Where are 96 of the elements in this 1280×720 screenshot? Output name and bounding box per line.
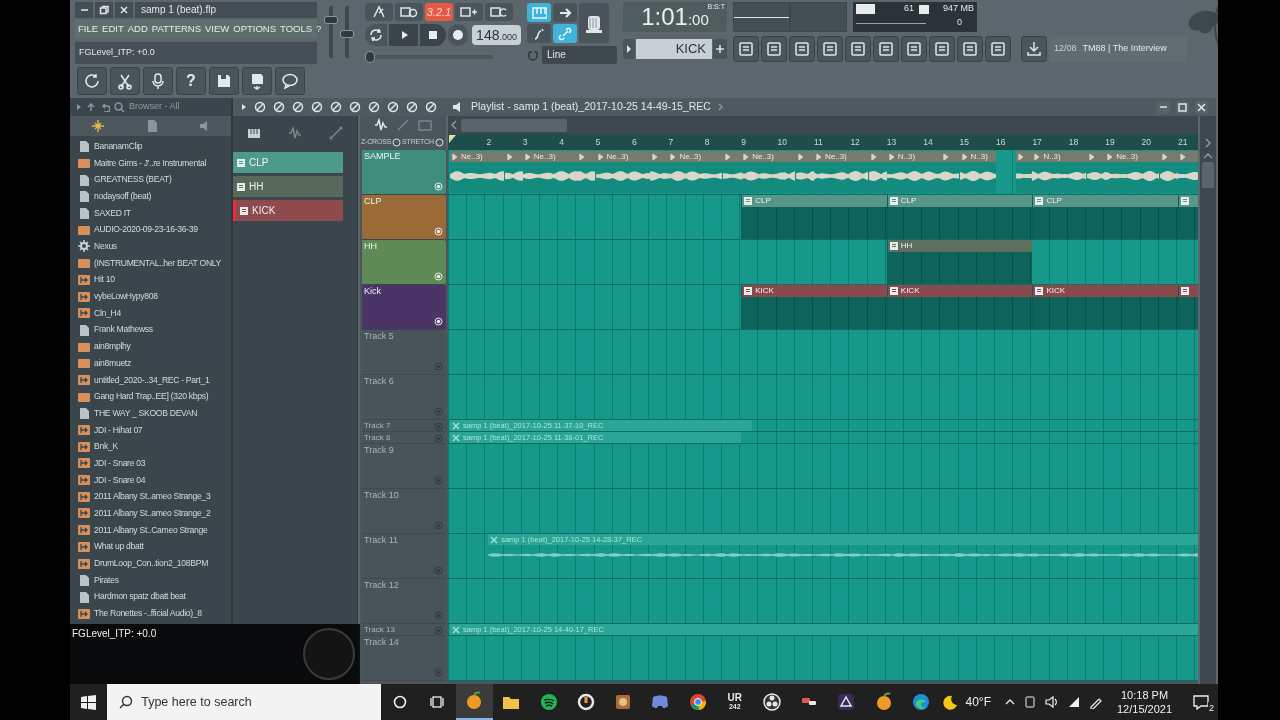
browser-item[interactable]: AUDIO-2020-09-23-16-36-39 bbox=[78, 221, 231, 239]
bar-number: 9 bbox=[741, 136, 746, 149]
track-header[interactable]: Kick bbox=[362, 285, 446, 330]
bar-number: 8 bbox=[704, 136, 710, 149]
bar-number: 21 bbox=[1178, 136, 1188, 149]
track-header[interactable]: CLP bbox=[362, 195, 446, 240]
track-lane[interactable]: HH bbox=[448, 240, 1198, 285]
browser-item[interactable]: Pirates bbox=[78, 571, 231, 589]
hint-overlay: FGLevel_ITP: +0.0 bbox=[70, 624, 360, 684]
browser-item[interactable]: What up dbatt bbox=[78, 538, 231, 556]
track-header[interactable]: Track 10 bbox=[362, 489, 446, 534]
browser-item[interactable]: Hit 10 bbox=[78, 271, 231, 289]
browser-item[interactable]: Frank Mathewss bbox=[78, 321, 231, 339]
menu-item[interactable]: TOOLS bbox=[280, 21, 313, 37]
bar-number: 14 bbox=[923, 136, 933, 149]
menu-item[interactable]: OPTIONS bbox=[233, 21, 277, 37]
pattern-item[interactable]: HH bbox=[233, 176, 343, 197]
menu-item[interactable]: ADD bbox=[127, 21, 148, 37]
countdown-button[interactable]: 3.2.1 bbox=[425, 3, 453, 21]
tempo-field[interactable]: 148.000 bbox=[472, 25, 521, 45]
browser-item[interactable]: 2011 Albany St..Cameo Strange bbox=[78, 521, 231, 539]
browser-item[interactable]: Gang Hard Trap..EE] (320 kbps) bbox=[78, 388, 231, 405]
browser-item[interactable]: Cln_H4 bbox=[78, 304, 231, 322]
browser-item[interactable]: (INSTRUMENTAL..her BEAT ONLY bbox=[78, 254, 231, 272]
bar-number: 10 bbox=[777, 136, 788, 149]
browser-item[interactable]: nodaysoff (beat) bbox=[78, 188, 231, 205]
search-field[interactable]: Type here to search bbox=[107, 684, 382, 720]
polyphony-value: 0 bbox=[957, 16, 962, 30]
track-header[interactable]: Track 12 bbox=[362, 579, 446, 624]
menu-item[interactable]: FILE bbox=[78, 21, 99, 37]
bar-number: 6 bbox=[632, 136, 637, 149]
browser-item[interactable]: 2011 Albany St..ameo Strange_3 bbox=[78, 488, 231, 506]
browser-item[interactable]: Hardmon spatz dbatt beat bbox=[78, 588, 231, 606]
bar-number: 2 bbox=[486, 136, 492, 149]
bar-number: 15 bbox=[959, 136, 970, 149]
menu-item[interactable]: PATTERNS bbox=[151, 21, 202, 37]
bar-number: 5 bbox=[595, 136, 601, 149]
browser-item[interactable]: GREATNESS (BEAT) bbox=[78, 171, 231, 189]
browser-item[interactable]: THE WAY _ SKOOB DEVAN bbox=[78, 405, 231, 422]
browser-item[interactable]: ain8mplhy bbox=[78, 338, 231, 355]
browser-item[interactable]: 2011 Albany St..ameo Strange_2 bbox=[78, 505, 231, 522]
playlist-title: Playlist - samp 1 (beat)_2017-10-25 14-49-15_REC bbox=[471, 99, 711, 115]
browser-item[interactable]: SAXED IT bbox=[78, 204, 231, 222]
bar-number: 19 bbox=[1105, 136, 1115, 149]
browser-item[interactable]: JDI - Hihat 07 bbox=[78, 421, 231, 439]
track-header[interactable]: Track 14 bbox=[362, 636, 446, 681]
bar-number: 17 bbox=[1032, 136, 1042, 149]
track-header[interactable]: Track 8 bbox=[362, 432, 446, 444]
timeline-ruler[interactable]: 2 3 4 5 6 7 8 9 10 11 12 13 14 15 16 17 18 19 20 21 bbox=[448, 134, 1198, 150]
help-button[interactable]: ? bbox=[176, 67, 206, 95]
browser-item[interactable]: DrumLoop_Con..tion2_108BPM bbox=[78, 555, 231, 572]
bar-number: 16 bbox=[996, 136, 1006, 149]
weather-temperature[interactable]: 40°F bbox=[965, 693, 991, 711]
memory-value: 947 MB bbox=[942, 2, 974, 16]
track-header[interactable]: Track 11 bbox=[362, 534, 446, 579]
browser-item[interactable]: untitled_2020-..34_REC - Part_1 bbox=[78, 371, 231, 389]
news-panel[interactable]: 12/08 TM88 | The Interview bbox=[1049, 35, 1187, 62]
bar-number: 7 bbox=[668, 136, 674, 149]
bar-number: 12 bbox=[850, 136, 860, 149]
track-header[interactable]: SAMPLE bbox=[362, 150, 446, 195]
track-header[interactable]: HH bbox=[362, 240, 446, 285]
browser-item[interactable]: The Ronettes -..fficial Audio)_8 bbox=[78, 605, 231, 622]
pattern-item[interactable]: CLP bbox=[233, 152, 343, 173]
browser-item[interactable]: ain8muetz bbox=[78, 354, 231, 372]
hint-bar: FGLevel_ITP: +0.0 bbox=[75, 42, 317, 64]
browser-item[interactable]: JDI - Snare 03 bbox=[78, 455, 231, 472]
project-title: samp 1 (beat).flp bbox=[135, 2, 317, 18]
menu-item[interactable]: VIEW bbox=[205, 21, 230, 37]
pattern-item[interactable]: KICK bbox=[233, 200, 343, 221]
browser-item[interactable]: vybeLowHypy808 bbox=[78, 288, 231, 305]
clock[interactable]: 10:18 PM 12/15/2021 bbox=[1117, 688, 1173, 716]
pattern-selector[interactable]: KICK bbox=[636, 38, 712, 59]
track-header[interactable]: Track 13 bbox=[362, 624, 446, 636]
browser-item[interactable]: BananamClip bbox=[78, 138, 231, 155]
bar-number: 20 bbox=[1141, 136, 1152, 149]
browser-item[interactable]: Bnk_K bbox=[78, 438, 231, 456]
track-header[interactable]: Track 7 bbox=[362, 420, 446, 432]
browser-item[interactable]: Nexus bbox=[78, 238, 231, 255]
browser-title: Browser - All bbox=[129, 100, 180, 114]
menu-item[interactable]: ? bbox=[316, 21, 322, 37]
track-lane[interactable]: Ne..3) Ne..3) Ne..3) Ne..3) Ne..3) Ne..3) N..3) N..3) N..3) Ne..3) bbox=[448, 150, 1198, 195]
bar-number: 4 bbox=[559, 136, 564, 149]
bar-number: 11 bbox=[814, 136, 823, 149]
track-lane[interactable]: CLP CLP CLP bbox=[448, 195, 1198, 240]
bar-number: 18 bbox=[1068, 136, 1079, 149]
track-header[interactable]: Track 9 bbox=[362, 444, 446, 489]
track-lane[interactable]: KICK KICK KICK bbox=[448, 285, 1198, 330]
snap-dropdown[interactable]: Line bbox=[542, 46, 617, 64]
browser-item[interactable]: JDI - Snare 04 bbox=[78, 471, 231, 489]
bar-number: 3 bbox=[522, 136, 528, 149]
browser-item[interactable]: Maitre Gims - J'..re Instrumental bbox=[78, 154, 231, 172]
cpu-value: 61 bbox=[903, 2, 914, 16]
track-header[interactable]: Track 5 bbox=[362, 330, 446, 375]
track-header[interactable]: Track 6 bbox=[362, 375, 446, 420]
bar-number: 13 bbox=[886, 136, 897, 149]
menu-item[interactable]: EDIT bbox=[102, 21, 124, 37]
